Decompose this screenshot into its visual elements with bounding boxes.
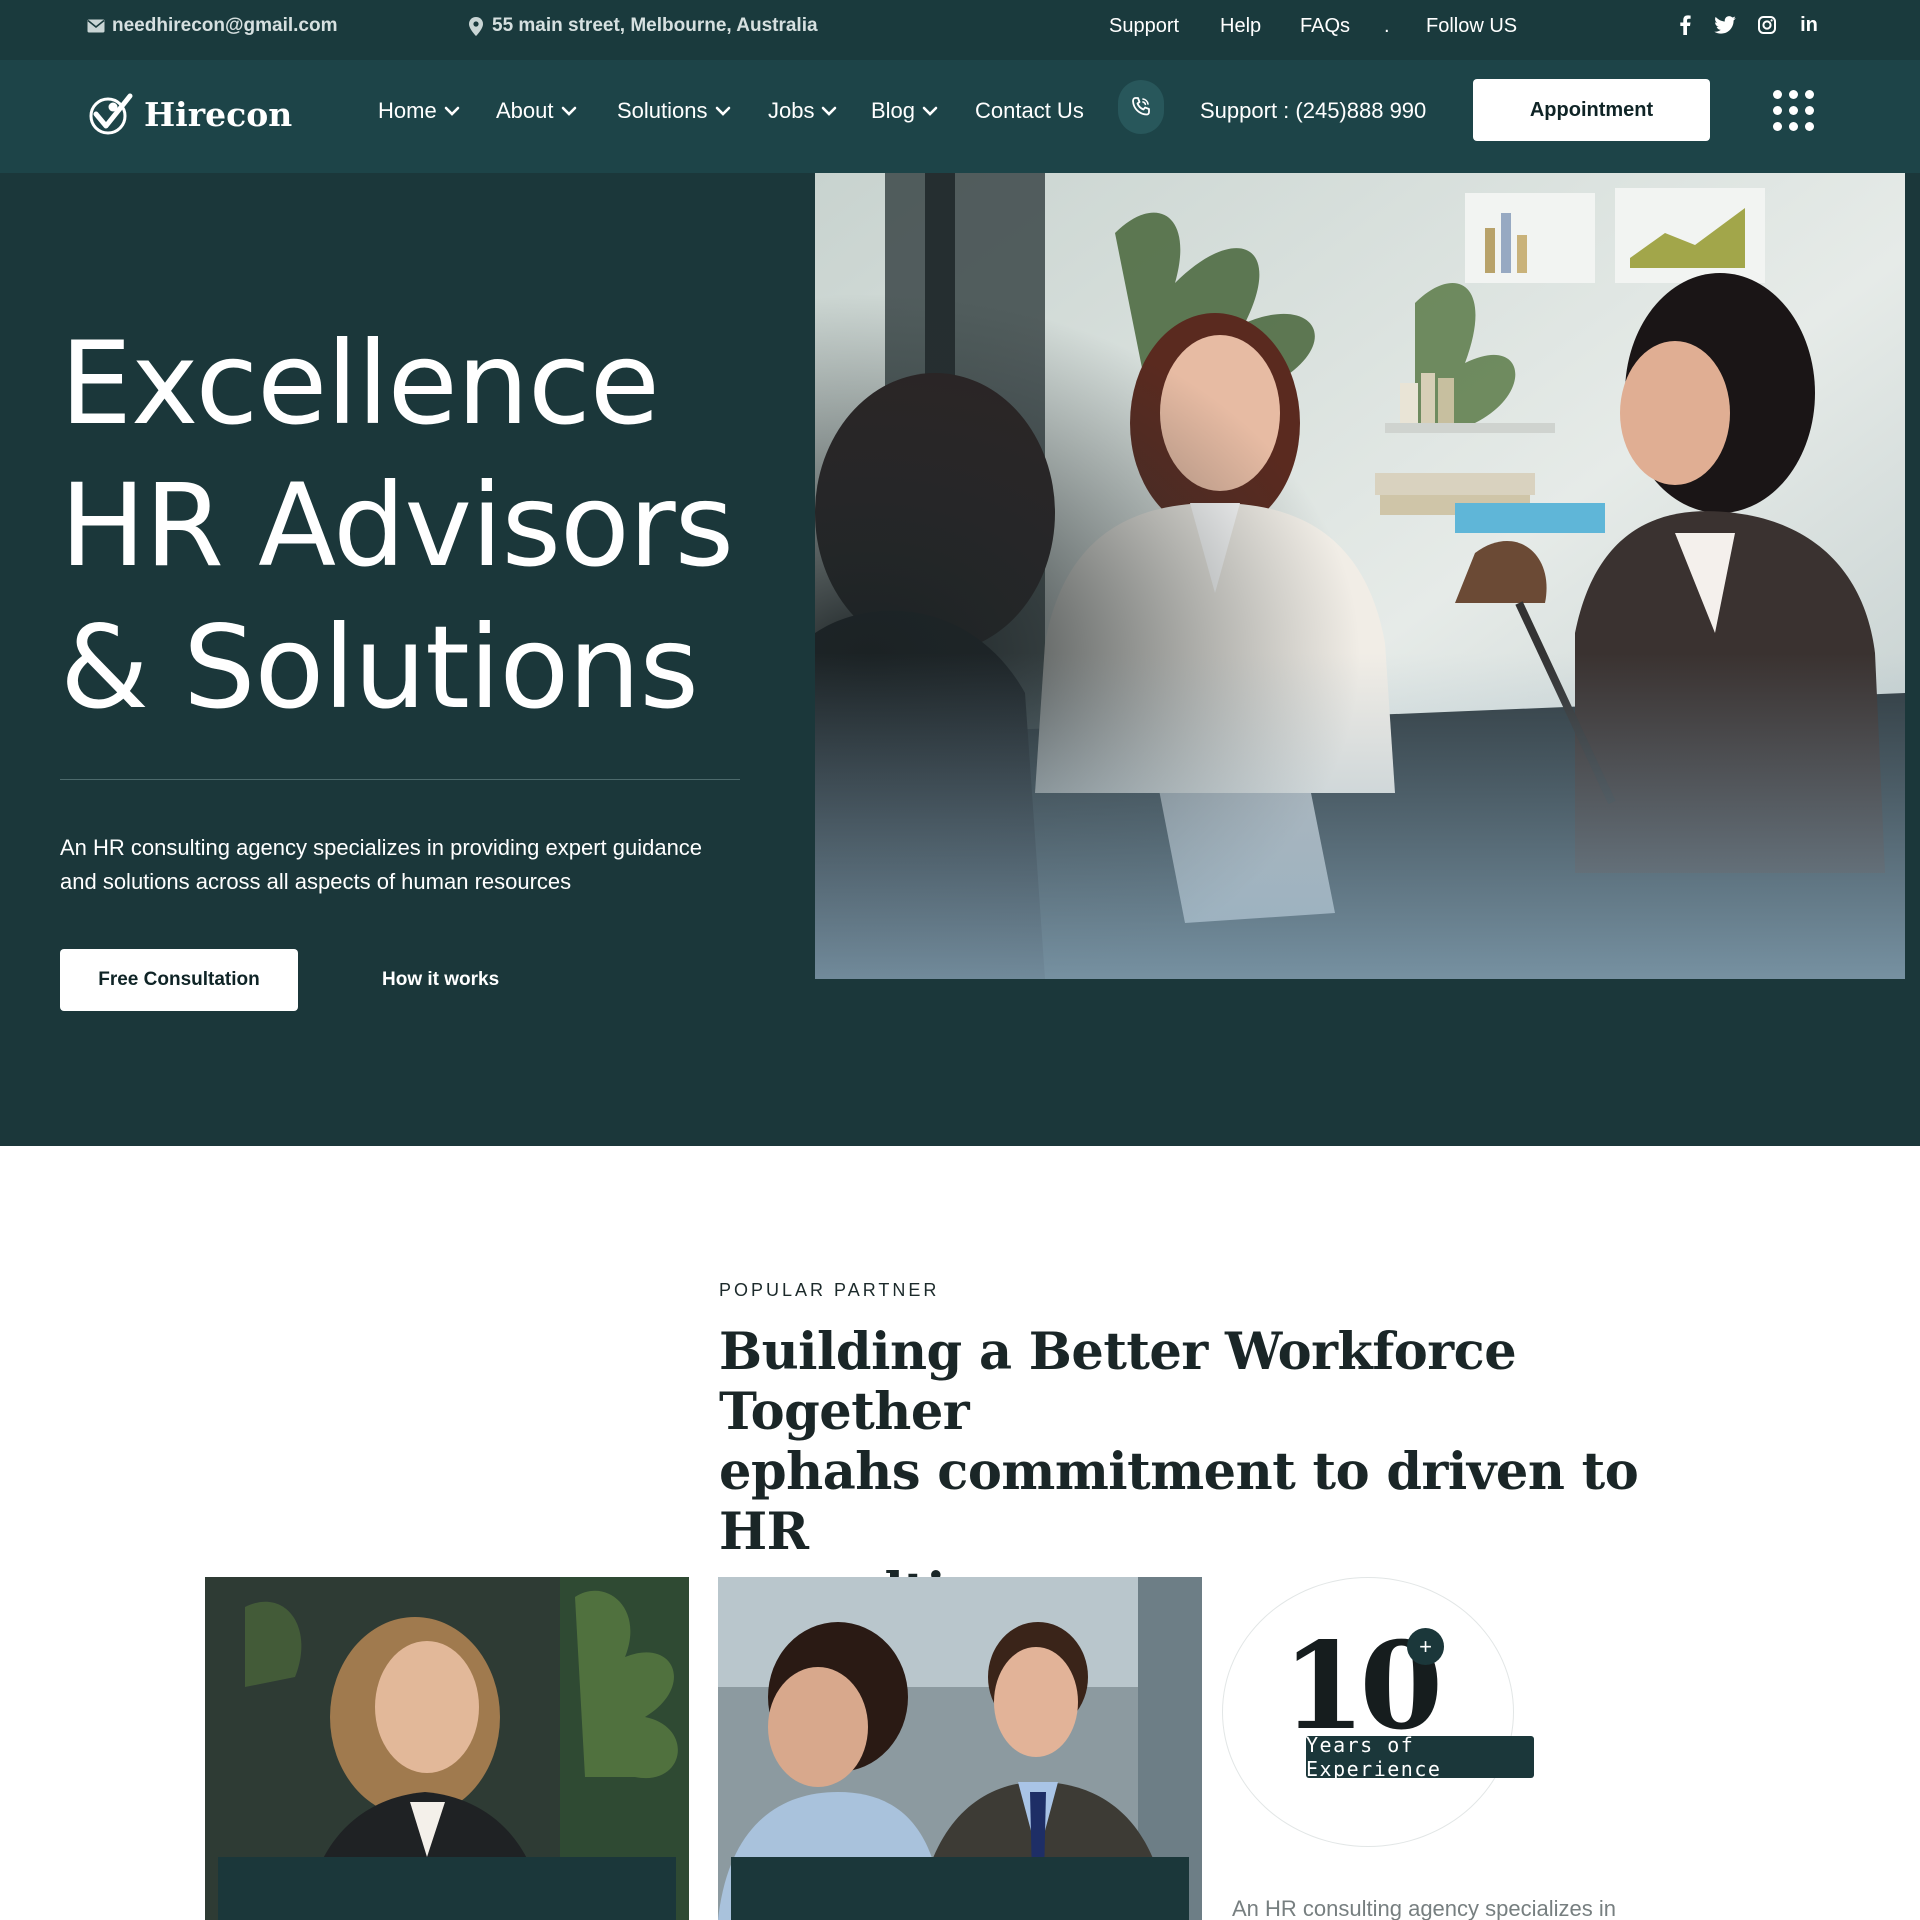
card-caption-band [218,1857,676,1920]
nav-about[interactable]: About [496,90,577,132]
main-navbar: Hirecon Home About Solutions Jobs Blog C… [0,60,1920,173]
nav-jobs[interactable]: Jobs [768,90,837,132]
nav-solutions[interactable]: Solutions [617,90,731,132]
card-caption-band [731,1857,1189,1920]
brand-logo[interactable]: Hirecon [86,84,292,144]
grid-menu-icon[interactable] [1773,90,1815,131]
chevron-down-icon [444,106,459,116]
chevron-down-icon [561,106,576,116]
section-heading-line: Building a Better Workforce Together [719,1322,1517,1442]
hero-title-line: Excellence [60,317,660,450]
chevron-down-icon [822,106,837,116]
linkedin-icon[interactable]: in [1796,12,1822,38]
contact-address: 55 main street, Melbourne, Australia [466,0,818,52]
phone-icon [1132,97,1150,116]
hero-title-line: HR Advisors [60,459,734,592]
facebook-icon[interactable] [1672,12,1698,38]
support-link[interactable]: Support [1109,0,1179,52]
team-photo-card [205,1577,689,1920]
mail-icon [86,16,106,36]
section-body-text: An HR consulting agency specializes in [1232,1896,1616,1920]
team-photo-card [718,1577,1202,1920]
hero-description-line: An HR consulting agency specializes in p… [60,835,703,860]
nav-contact-label: Contact Us [975,98,1084,123]
follow-us-label: Follow US [1426,14,1518,37]
contact-email[interactable]: needhirecon@gmail.com [86,0,337,52]
twitter-icon[interactable] [1712,12,1738,38]
how-it-works-link[interactable]: How it works [382,949,499,1011]
hero-description-line: and solutions across all aspects of huma… [60,869,572,894]
free-consultation-button[interactable]: Free Consultation [60,949,298,1011]
hero-section: Excellence HR Advisors & Solutions An HR… [0,173,1920,1146]
nav-blog-label: Blog [871,98,916,123]
hero-meeting-photo [815,173,1905,979]
hero-divider [60,779,740,780]
nav-contact-us[interactable]: Contact Us [975,90,1084,132]
section-eyebrow: POPULAR PARTNER [719,1280,940,1300]
hero-description: An HR consulting agency specializes in p… [60,831,750,899]
logo-text: Hirecon [144,94,293,134]
experience-label: Years of Experience [1306,1733,1534,1781]
address-text: 55 main street, Melbourne, Australia [492,15,818,36]
nav-solutions-label: Solutions [617,98,708,123]
instagram-icon[interactable] [1754,12,1780,38]
experience-plus-icon: + [1407,1628,1444,1665]
hero-title: Excellence HR Advisors & Solutions [60,313,780,739]
chevron-down-icon [922,106,938,116]
appointment-button[interactable]: Appointment [1473,79,1710,141]
email-text: needhirecon@gmail.com [112,15,338,36]
nav-home-label: Home [378,98,437,123]
hero-title-line: & Solutions [60,601,699,734]
faqs-link[interactable]: FAQs [1300,0,1350,52]
section-heading-line: ephahs commitment to driven to HR [719,1442,1639,1562]
nav-blog[interactable]: Blog [871,90,938,132]
location-pin-icon [466,16,486,36]
nav-home[interactable]: Home [378,90,460,132]
top-bar: needhirecon@gmail.com 55 main street, Me… [0,0,1920,60]
topbar-separator: . [1384,14,1390,37]
logo-mark-icon [89,93,133,135]
nav-about-label: About [496,98,554,123]
nav-jobs-label: Jobs [768,98,815,123]
phone-call-button[interactable] [1118,80,1164,134]
support-phone-text[interactable]: Support : (245)888 990 [1200,90,1426,132]
chevron-down-icon [715,106,730,116]
help-link[interactable]: Help [1220,0,1261,52]
